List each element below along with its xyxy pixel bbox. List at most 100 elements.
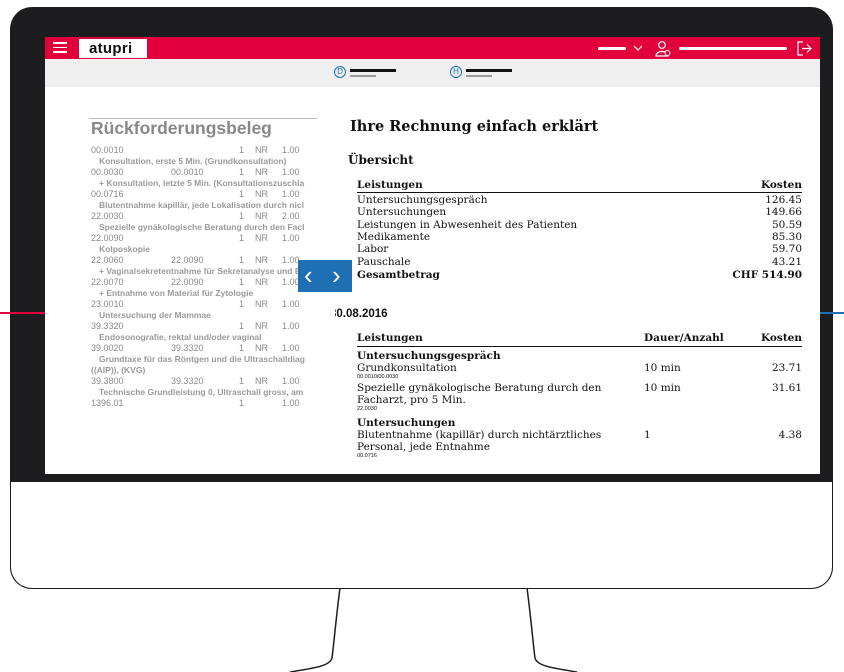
scan-code: 1396.01 [91,398,124,408]
overview-label: Leistungen in Abwesenheit des Patienten [357,218,578,231]
scan-val: 1.00 [282,299,300,309]
h-icon: H [450,66,462,78]
scan-unit: NR [255,167,268,177]
overview-value: 126.45 [765,194,802,206]
overview-row: Medikamente 85.30 [357,231,802,243]
scan-unit: NR [255,376,268,386]
scan-ref: 22.0090 [171,277,204,287]
scan-val: 2.00 [282,211,300,221]
top-bar: atupri [45,37,820,59]
overview-header-left: Leistungen [357,179,423,191]
detail-code: 00.0716 [357,453,377,459]
scan-val: 1.00 [282,376,300,386]
scan-desc: + Vaginalsekretentnahme für Sekretanalys… [99,266,306,276]
overview-row: Untersuchungen 149.66 [357,206,802,218]
scan-desc: Blutentnahme kapillär, jede Lokalisation… [99,200,304,210]
overview-row: Pauschale 43.21 [357,256,802,268]
monitor-stand [289,588,578,672]
overview-header-right: Kosten [761,179,802,191]
detail-label: Grundkonsultation [357,362,457,374]
detail-cost: 31.61 [771,382,802,394]
chevron-down-icon[interactable] [633,44,643,52]
scan-unit: NR [255,189,268,199]
scan-ref: 22.0090 [171,255,204,265]
sub-navigation: D H [45,59,820,87]
group-title: Untersuchungen [357,417,456,429]
scan-code: 39.3320 [91,321,124,331]
scan-code: 22.0070 [91,277,124,287]
scan-code: 39.0020 [91,343,124,353]
scan-code: 00.0716 [91,189,124,199]
scan-qty: 1 [239,299,245,309]
scan-code: 23.0010 [91,299,124,309]
scanned-document: Rückforderungsbeleg 00.0010 1 NR 1.00 Konsul… [45,87,320,474]
scan-code: 39.3800 [91,376,124,386]
detail-row: Spezielle gynäkologische Beratung durch … [357,382,802,413]
scan-val: 1.00 [282,189,300,199]
overview-label: Untersuchungen [357,206,447,219]
scan-desc: + Konsultation, letzte 5 Min. (Konsultat… [99,178,305,188]
overview-label: Pauschale [357,255,411,268]
scan-code: 00.0010 [91,145,124,155]
group-title: Untersuchungsgespräch [357,350,501,362]
overview-header: Leistungen Kosten [357,179,802,191]
overview-label: Medikamente [357,230,431,243]
scan-ref: 00.0010 [171,167,204,177]
detail-header-a: Leistungen [357,332,423,344]
overview-value: 59.70 [771,243,802,256]
scan-code: 22.0090 [91,233,124,243]
explanation-panel: Ihre Rechnung einfach erklärt Übersicht … [335,87,815,474]
scan-unit: NR [255,321,268,331]
scan-unit: NR [255,211,268,221]
detail-code: 22.0030 [357,406,377,412]
scan-desc: Konsultation, erste 5 Min. (Grundkonsult… [99,156,287,166]
logout-icon[interactable] [797,41,813,56]
scan-val: 1.00 [282,398,300,408]
scan-qty: 1 [239,189,245,199]
overview-value: 43.21 [771,255,802,268]
overview-value: 85.30 [771,230,802,243]
scan-unit: NR [255,233,268,243]
hamburger-icon[interactable] [53,42,67,53]
chevron-right-icon[interactable]: › [332,261,341,289]
scan-val: 1.00 [282,233,300,243]
overview-label: Labor [357,243,389,256]
invoice-date: 30.08.2016 [335,308,388,320]
account-name-placeholder[interactable] [679,47,787,50]
scan-desc: ((AIP)), (KVG) [91,365,146,375]
user-icon[interactable] [655,40,671,57]
total-label: Gesamtbetrag [357,269,440,281]
scan-val: 1.00 [282,277,300,287]
scan-qty: 1 [239,211,245,221]
chevron-left-icon[interactable]: ‹ [304,261,313,289]
comparison-slider-handle[interactable]: ‹ › [298,260,352,292]
detail-duration: 10 min [644,382,681,394]
detail-header: Leistungen Dauer/Anzahl Kosten [357,332,802,344]
scan-qty: 1 [239,167,245,177]
total-value: CHF 514.90 [732,269,802,281]
scan-qty: 1 [239,255,245,265]
scan-desc: Grundtaxe für das Röntgen und die Ultras… [99,354,305,364]
detail-header-c: Kosten [761,332,802,344]
scan-qty: 1 [239,233,245,243]
scan-desc: Technische Grundleistung 0, Ultraschall … [99,387,304,397]
d-icon: D [334,66,346,78]
scan-ref: 39.3320 [171,376,204,386]
detail-label: Blutentnahme (kapillär) durch nichtärztl… [357,429,602,453]
scan-val: 1.00 [282,321,300,331]
scan-unit: NR [255,255,268,265]
logo-box[interactable]: atupri [79,39,147,58]
detail-code: 00.0010/00.0030 [357,374,399,380]
total-row: Gesamtbetrag CHF 514.90 [357,269,802,281]
detail-label: Spezielle gynäkologische Beratung durch … [357,382,602,406]
scan-val: 1.00 [282,343,300,353]
scan-unit: NR [255,343,268,353]
scan-desc: + Entnahme von Material für Zytologie [99,288,254,298]
scan-val: 1.00 [282,255,300,265]
scan-qty: 1 [239,398,245,408]
user-name-placeholder[interactable] [598,47,626,50]
overview-row: Untersuchungsgespräch 126.45 [357,194,802,206]
overview-row: Leistungen in Abwesenheit des Patienten 5… [357,219,802,231]
scan-val: 1.00 [282,167,300,177]
scan-code: 00.0030 [91,167,124,177]
